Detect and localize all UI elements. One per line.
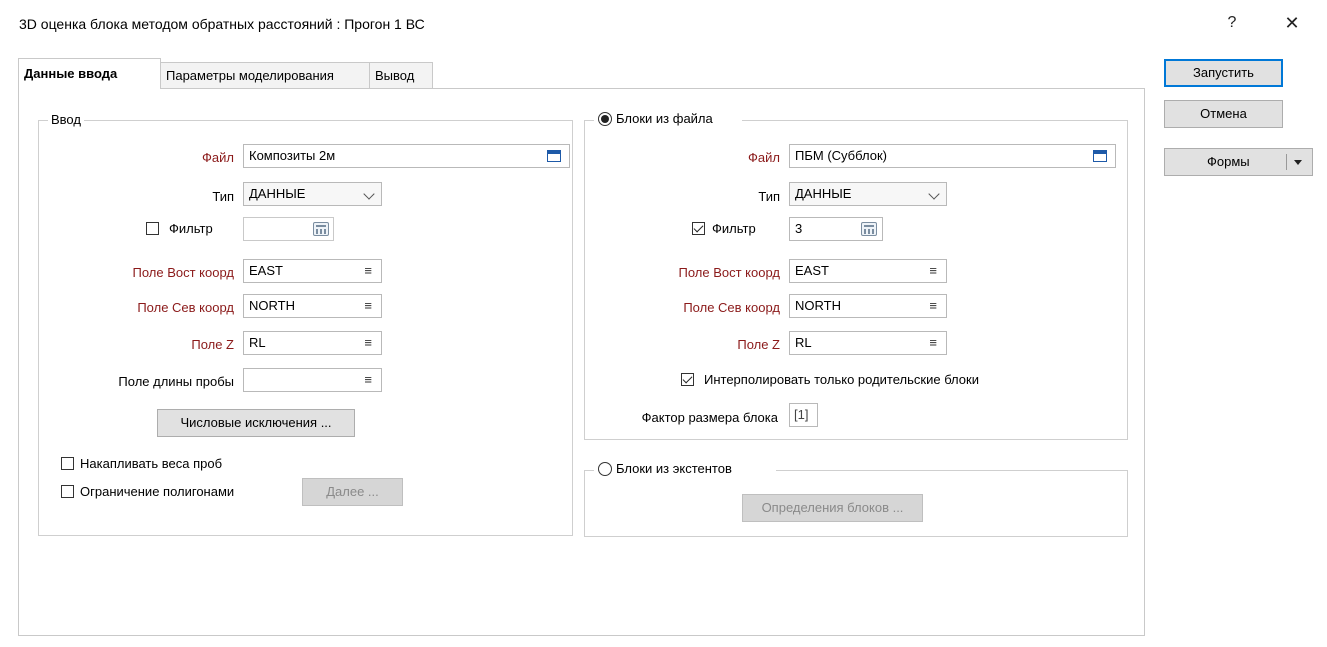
polygon-restriction-checkbox[interactable] <box>61 485 74 498</box>
close-icon[interactable]: ✕ <box>1280 11 1304 35</box>
input-type-value: ДАННЫЕ <box>249 186 306 201</box>
blocks-z-field[interactable]: RL ≡ <box>789 331 947 355</box>
input-filter-label: Фильтр <box>169 221 213 236</box>
accumulate-weights-checkbox[interactable] <box>61 457 74 470</box>
input-group-legend: Ввод <box>48 112 84 127</box>
input-file-field[interactable]: Композиты 2м <box>243 144 570 168</box>
blocks-north-label: Поле Сев коорд <box>683 300 780 315</box>
blocks-file-label: Файл <box>748 150 780 165</box>
menu-icon[interactable]: ≡ <box>364 260 372 282</box>
block-size-factor-field[interactable]: [1] <box>789 403 818 427</box>
menu-icon[interactable]: ≡ <box>364 332 372 354</box>
input-length-field[interactable]: ≡ <box>243 368 382 392</box>
forms-label: Формы <box>1207 154 1250 169</box>
browse-file-icon[interactable] <box>547 150 561 162</box>
parent-blocks-only-label: Интерполировать только родительские блок… <box>704 372 979 387</box>
filter-calculator-icon[interactable] <box>861 222 877 236</box>
input-file-value: Композиты 2м <box>249 148 336 163</box>
blocks-file-field[interactable]: ПБМ (Субблок) <box>789 144 1116 168</box>
cancel-button[interactable]: Отмена <box>1164 100 1283 128</box>
blocks-file-radio-label: Блоки из файла <box>616 111 713 126</box>
chevron-down-icon <box>363 188 375 200</box>
input-length-label: Поле длины пробы <box>118 374 234 389</box>
menu-icon[interactable]: ≡ <box>364 369 372 391</box>
block-definitions-button[interactable]: Определения блоков ... <box>742 494 923 522</box>
tab-modeling-parameters[interactable]: Параметры моделирования <box>160 62 370 88</box>
input-east-field[interactable]: EAST ≡ <box>243 259 382 283</box>
polygon-restriction-label: Ограничение полигонами <box>80 484 235 499</box>
input-filter-field[interactable] <box>243 217 334 241</box>
blocks-file-radio[interactable] <box>598 112 612 126</box>
input-z-value: RL <box>249 335 266 350</box>
menu-icon[interactable]: ≡ <box>929 260 937 282</box>
split-divider <box>1286 154 1287 170</box>
blocks-type-label: Тип <box>758 189 780 204</box>
blocks-type-select[interactable]: ДАННЫЕ <box>789 182 947 206</box>
input-east-label: Поле Вост коорд <box>132 265 235 280</box>
blocks-type-value: ДАННЫЕ <box>795 186 852 201</box>
input-file-label: Файл <box>202 150 234 165</box>
blocks-filter-value: 3 <box>795 221 803 236</box>
blocks-extents-radio-label: Блоки из экстентов <box>616 461 732 476</box>
blocks-filter-field[interactable]: 3 <box>789 217 883 241</box>
input-type-select[interactable]: ДАННЫЕ <box>243 182 382 206</box>
next-button[interactable]: Далее ... <box>302 478 403 506</box>
menu-icon[interactable]: ≡ <box>929 295 937 317</box>
run-button[interactable]: Запустить <box>1164 59 1283 87</box>
tab-output[interactable]: Вывод <box>369 62 433 88</box>
input-north-field[interactable]: NORTH ≡ <box>243 294 382 318</box>
input-z-field[interactable]: RL ≡ <box>243 331 382 355</box>
input-filter-checkbox[interactable] <box>146 222 159 235</box>
forms-button[interactable]: Формы <box>1164 148 1313 176</box>
tab-input-data[interactable]: Данные ввода <box>18 58 161 89</box>
browse-file-icon[interactable] <box>1093 150 1107 162</box>
blocks-east-label: Поле Вост коорд <box>678 265 781 280</box>
numeric-exclusions-button[interactable]: Числовые исключения ... <box>157 409 355 437</box>
blocks-east-field[interactable]: EAST ≡ <box>789 259 947 283</box>
input-type-label: Тип <box>212 189 234 204</box>
accumulate-weights-label: Накапливать веса проб <box>80 456 223 471</box>
input-north-label: Поле Сев коорд <box>137 300 234 315</box>
blocks-filter-label: Фильтр <box>712 221 756 236</box>
blocks-z-label: Поле Z <box>737 337 780 352</box>
input-east-value: EAST <box>249 263 283 278</box>
menu-icon[interactable]: ≡ <box>364 295 372 317</box>
help-icon[interactable]: ? <box>1220 11 1244 35</box>
blocks-east-value: EAST <box>795 263 829 278</box>
input-north-value: NORTH <box>249 298 295 313</box>
parent-blocks-only-checkbox[interactable] <box>681 373 694 386</box>
input-z-label: Поле Z <box>191 337 234 352</box>
blocks-north-field[interactable]: NORTH ≡ <box>789 294 947 318</box>
chevron-down-icon <box>928 188 940 200</box>
blocks-extents-radio[interactable] <box>598 462 612 476</box>
filter-calculator-icon[interactable] <box>313 222 329 236</box>
blocks-z-value: RL <box>795 335 812 350</box>
window-title: 3D оценка блока методом обратных расстоя… <box>19 16 425 32</box>
blocks-file-value: ПБМ (Субблок) <box>795 148 887 163</box>
blocks-filter-checkbox[interactable] <box>692 222 705 235</box>
blocks-north-value: NORTH <box>795 298 841 313</box>
menu-icon[interactable]: ≡ <box>929 332 937 354</box>
block-size-factor-label: Фактор размера блока <box>641 410 778 425</box>
caret-down-icon[interactable] <box>1294 160 1302 165</box>
